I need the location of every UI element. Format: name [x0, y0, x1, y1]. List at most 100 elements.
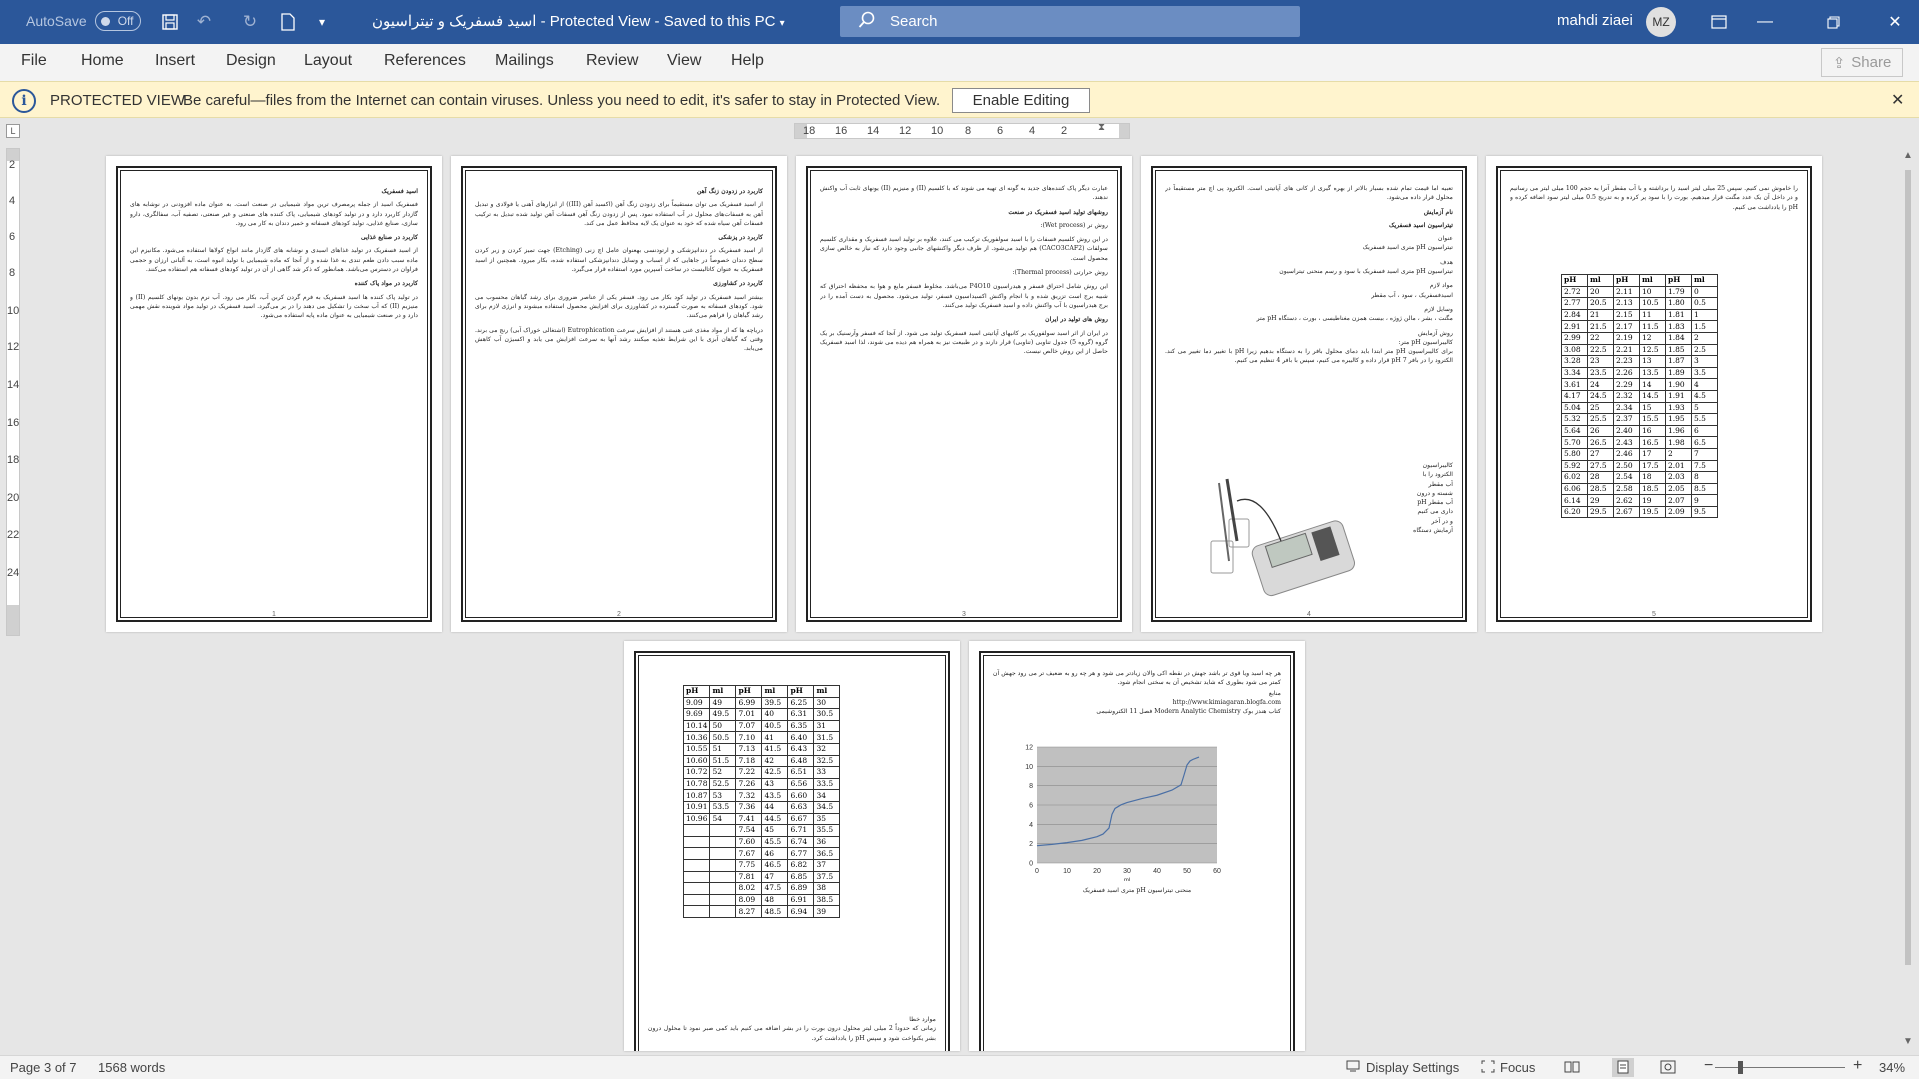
label: وسایل لازم: [1424, 305, 1453, 313]
paragraph: تیتراسیون pH متری اسید فسفریک: [1362, 244, 1453, 252]
scrollbar-thumb[interactable]: [1905, 170, 1911, 965]
save-icon[interactable]: [158, 10, 182, 34]
label: کالیبراسیون pH متر:: [1398, 338, 1453, 346]
tab-view[interactable]: View: [667, 52, 701, 70]
document-page-3[interactable]: عبارت دیگر پاک کننده‌های جدید به گونه ای…: [796, 156, 1132, 632]
vertical-ruler[interactable]: 2 4 6 8 10 12 14 16 18 20 22 24: [6, 148, 20, 636]
heading: روشهای تولید اسید فسفریک در صنعت: [1008, 208, 1108, 216]
document-title[interactable]: اسید فسفریک و تیتراسیون - Protected View…: [372, 12, 785, 30]
document-page-6[interactable]: ml pH ml pH ml pH 30 6.25 39.5 6.99 49 9.09 30.5 6.31…: [624, 641, 960, 1051]
table-cell: 9.09: [682, 696, 711, 710]
document-page-4[interactable]: تعبیه اما قیمت تمام شده بسیار بالاتر از …: [1141, 156, 1477, 632]
tab-design[interactable]: Design: [226, 52, 276, 70]
ruler-label: 8: [9, 267, 16, 279]
table-row: 39 6.94 48.5 8.27: [682, 905, 841, 918]
horizontal-ruler[interactable]: 18 16 14 12 10 8 6 4 2 ⧗: [794, 122, 1130, 139]
column-header: pH: [787, 685, 815, 698]
table-row: 7.5 2.01 17.5 2.50 27.5 5.92: [1561, 459, 1718, 473]
print-layout-icon[interactable]: [1612, 1058, 1634, 1077]
table-cell: 2.99: [1561, 331, 1588, 345]
table-cell: 30.5: [813, 708, 841, 721]
scroll-up-icon[interactable]: ▲: [1903, 150, 1913, 161]
table-cell: 11: [1639, 308, 1666, 322]
restore-icon[interactable]: [1810, 0, 1856, 44]
table-cell: 2.67: [1613, 505, 1640, 519]
customize-quick-access-icon[interactable]: ▾: [310, 10, 334, 34]
table-cell: [682, 835, 711, 849]
share-button[interactable]: ⇪ Share: [1821, 48, 1903, 77]
read-mode-icon[interactable]: [1564, 1060, 1580, 1076]
avatar[interactable]: MZ: [1646, 7, 1676, 37]
zoom-slider[interactable]: [1715, 1067, 1845, 1068]
new-document-icon[interactable]: [276, 10, 300, 34]
table-cell: 6.63: [787, 800, 815, 814]
scroll-down-icon[interactable]: ▼: [1903, 1036, 1913, 1047]
table-row: 6.5 1.98 16.5 2.43 26.5 5.70: [1561, 436, 1718, 449]
close-icon[interactable]: ✕: [1891, 90, 1904, 110]
table-cell: 6.67: [787, 812, 815, 826]
tab-insert[interactable]: Insert: [155, 52, 195, 70]
document-page-5[interactable]: را خاموش نمی کنیم. سپس 25 میلی لیتر اسید…: [1486, 156, 1822, 632]
redo-icon[interactable]: ↻: [238, 10, 262, 34]
table-cell: 45: [761, 824, 789, 837]
document-page-2[interactable]: کاربرد در زدودن زنگ آهن از اسید فسفریک م…: [451, 156, 787, 632]
zoom-level[interactable]: 34%: [1879, 1060, 1905, 1075]
indent-marker-icon[interactable]: ⧗: [1098, 122, 1105, 133]
table-cell: 2.43: [1613, 436, 1640, 449]
zoom-in-icon[interactable]: +: [1853, 1057, 1862, 1075]
table-cell: 49.5: [709, 708, 737, 721]
page-text: اسید فسفریک فسفریک اسید از جمله پرمصرف ت…: [130, 184, 418, 604]
table-cell: 24.5: [1587, 389, 1614, 403]
table-row: 35.5 6.71 45 7.54: [682, 824, 841, 837]
ribbon-display-options-icon[interactable]: [1696, 0, 1742, 44]
url-link[interactable]: http://www.kimiagaran.blogfa.com: [993, 698, 1281, 707]
enable-editing-button[interactable]: Enable Editing: [952, 88, 1090, 113]
column-header: pH: [682, 685, 711, 698]
word-count[interactable]: 1568 words: [98, 1060, 165, 1075]
ruler-label: 14: [7, 379, 20, 391]
page-indicator[interactable]: Page 3 of 7: [10, 1060, 77, 1075]
ruler-label: 8: [965, 125, 972, 137]
table-cell: 1.83: [1665, 320, 1692, 333]
autosave-control[interactable]: AutoSave Off: [26, 11, 141, 31]
tab-layout[interactable]: Layout: [304, 52, 352, 70]
display-settings-button[interactable]: Display Settings: [1366, 1060, 1459, 1075]
table-row: 31.5 6.40 41 7.10 50.5 10.36: [682, 731, 841, 744]
column-header: ml: [709, 685, 737, 698]
tab-home[interactable]: Home: [81, 52, 124, 70]
table-row: 3.5 1.89 13.5 2.26 23.5 3.34: [1561, 366, 1718, 380]
table-cell: 41: [761, 731, 789, 744]
user-name[interactable]: mahdi ziaei: [1557, 12, 1633, 29]
table-row: 35 6.67 44.5 7.41 54 10.96: [682, 812, 841, 826]
table-cell: 2.19: [1613, 331, 1640, 345]
vertical-scrollbar[interactable]: ▲ ▼: [1899, 148, 1917, 1050]
undo-icon[interactable]: ↶: [192, 10, 216, 34]
tab-selector[interactable]: L: [6, 124, 20, 138]
tab-help[interactable]: Help: [731, 52, 764, 70]
minimize-icon[interactable]: —: [1742, 0, 1788, 44]
search-box[interactable]: Search: [840, 6, 1300, 37]
web-layout-icon[interactable]: [1660, 1060, 1676, 1077]
table-row: 2.5 1.85 12.5 2.21 22.5 3.08: [1561, 343, 1718, 357]
table-cell: 3: [1691, 355, 1718, 368]
close-icon[interactable]: ✕: [1872, 0, 1918, 44]
tab-review[interactable]: Review: [586, 52, 638, 70]
table-cell: 8.5: [1691, 482, 1718, 496]
focus-button[interactable]: Focus: [1500, 1060, 1535, 1075]
table-cell: 5.5: [1691, 413, 1718, 426]
table-cell: 2.21: [1613, 343, 1640, 357]
zoom-out-icon[interactable]: −: [1704, 1057, 1713, 1075]
tab-file[interactable]: File: [21, 52, 47, 70]
table-cell: 36.5: [813, 847, 841, 860]
autosave-toggle[interactable]: Off: [94, 11, 141, 31]
heading: نام آزمایش: [1423, 208, 1453, 216]
zoom-slider-thumb[interactable]: [1738, 1061, 1743, 1074]
table-cell: 28: [1587, 471, 1614, 484]
tab-references[interactable]: References: [384, 52, 466, 70]
document-page-7[interactable]: هر چه اسید ویا قوی تر باشد جهش در نقطه ا…: [969, 641, 1305, 1051]
document-page-1[interactable]: اسید فسفریک فسفریک اسید از جمله پرمصرف ت…: [106, 156, 442, 632]
table-cell: 16: [1639, 424, 1666, 438]
table-cell: 1.91: [1665, 389, 1692, 403]
tab-mailings[interactable]: Mailings: [495, 52, 554, 70]
table-cell: 35: [813, 812, 841, 826]
